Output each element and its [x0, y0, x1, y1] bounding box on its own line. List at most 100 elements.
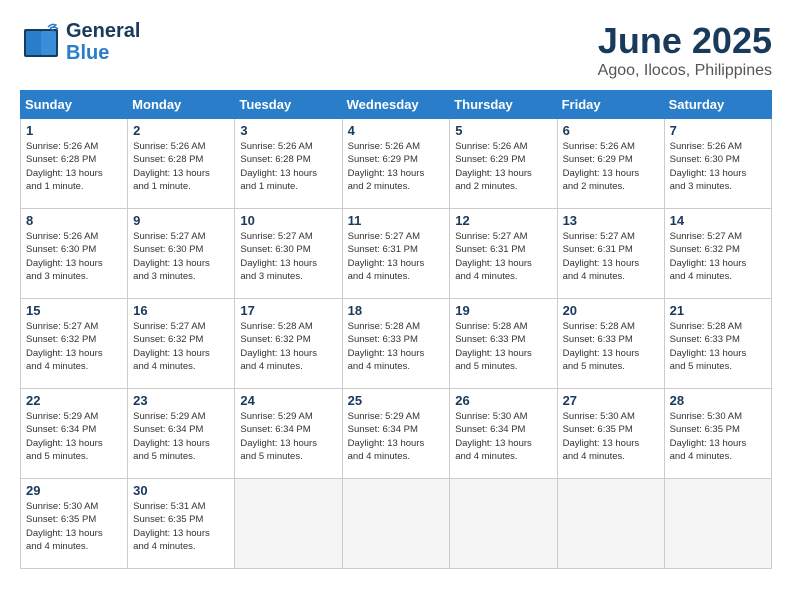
day-number: 28 — [670, 393, 766, 408]
day-number: 10 — [240, 213, 336, 228]
day-info: Sunrise: 5:27 AMSunset: 6:30 PMDaylight:… — [240, 230, 336, 283]
day-number: 22 — [26, 393, 122, 408]
calendar-cell: 10 Sunrise: 5:27 AMSunset: 6:30 PMDayligh… — [235, 209, 342, 299]
day-info: Sunrise: 5:28 AMSunset: 6:33 PMDaylight:… — [563, 320, 659, 373]
day-number: 14 — [670, 213, 766, 228]
weekday-header-tuesday: Tuesday — [235, 91, 342, 119]
day-info: Sunrise: 5:26 AMSunset: 6:29 PMDaylight:… — [455, 140, 551, 193]
calendar-week-5: 29Sunrise: 5:30 AMSunset: 6:35 PMDayligh… — [21, 479, 772, 569]
calendar-cell: 8 Sunrise: 5:26 AMSunset: 6:30 PMDaylight… — [21, 209, 128, 299]
day-number: 23 — [133, 393, 229, 408]
day-info: Sunrise: 5:30 AMSunset: 6:35 PMDaylight:… — [670, 410, 766, 463]
day-number: 21 — [670, 303, 766, 318]
day-number: 16 — [133, 303, 229, 318]
day-info: Sunrise: 5:30 AMSunset: 6:35 PMDaylight:… — [26, 500, 122, 553]
day-number: 12 — [455, 213, 551, 228]
day-number: 7 — [670, 123, 766, 138]
day-info: Sunrise: 5:28 AMSunset: 6:33 PMDaylight:… — [348, 320, 445, 373]
calendar-title: June 2025 — [598, 20, 772, 62]
calendar-cell: 7Sunrise: 5:26 AMSunset: 6:30 PMDaylight… — [664, 119, 771, 209]
day-info: Sunrise: 5:28 AMSunset: 6:33 PMDaylight:… — [670, 320, 766, 373]
day-info: Sunrise: 5:29 AMSunset: 6:34 PMDaylight:… — [240, 410, 336, 463]
calendar-cell: 28 Sunrise: 5:30 AMSunset: 6:35 PMDayligh… — [664, 389, 771, 479]
day-info: Sunrise: 5:29 AMSunset: 6:34 PMDaylight:… — [133, 410, 229, 463]
day-info: Sunrise: 5:29 AMSunset: 6:34 PMDaylight:… — [348, 410, 445, 463]
calendar-cell — [235, 479, 342, 569]
calendar-subtitle: Agoo, Ilocos, Philippines — [598, 62, 772, 80]
calendar-cell: 5 Sunrise: 5:26 AMSunset: 6:29 PMDaylight… — [450, 119, 557, 209]
day-number: 17 — [240, 303, 336, 318]
calendar-cell: 14 Sunrise: 5:27 AMSunset: 6:32 PMDayligh… — [664, 209, 771, 299]
day-info: Sunrise: 5:26 AMSunset: 6:28 PMDaylight:… — [240, 140, 336, 193]
day-number: 20 — [563, 303, 659, 318]
header: General Blue June 2025 Agoo, Ilocos, Phi… — [20, 20, 772, 80]
calendar-header-row: SundayMondayTuesdayWednesdayThursdayFrid… — [21, 91, 772, 119]
calendar-week-3: 15Sunrise: 5:27 AMSunset: 6:32 PMDayligh… — [21, 299, 772, 389]
calendar-cell: 29Sunrise: 5:30 AMSunset: 6:35 PMDayligh… — [21, 479, 128, 569]
calendar-cell: 27 Sunrise: 5:30 AMSunset: 6:35 PMDayligh… — [557, 389, 664, 479]
calendar-cell — [664, 479, 771, 569]
day-info: Sunrise: 5:27 AMSunset: 6:31 PMDaylight:… — [563, 230, 659, 283]
day-info: Sunrise: 5:26 AMSunset: 6:29 PMDaylight:… — [563, 140, 659, 193]
calendar-cell: 17 Sunrise: 5:28 AMSunset: 6:32 PMDayligh… — [235, 299, 342, 389]
day-info: Sunrise: 5:29 AMSunset: 6:34 PMDaylight:… — [26, 410, 122, 463]
day-number: 3 — [240, 123, 336, 138]
day-number: 1 — [26, 123, 122, 138]
day-number: 15 — [26, 303, 122, 318]
day-info: Sunrise: 5:26 AMSunset: 6:28 PMDaylight:… — [26, 140, 122, 193]
calendar-cell: 23 Sunrise: 5:29 AMSunset: 6:34 PMDayligh… — [128, 389, 235, 479]
day-info: Sunrise: 5:30 AMSunset: 6:34 PMDaylight:… — [455, 410, 551, 463]
day-info: Sunrise: 5:26 AMSunset: 6:30 PMDaylight:… — [26, 230, 122, 283]
calendar-table: SundayMondayTuesdayWednesdayThursdayFrid… — [20, 90, 772, 569]
calendar-week-4: 22 Sunrise: 5:29 AMSunset: 6:34 PMDayligh… — [21, 389, 772, 479]
calendar-cell — [450, 479, 557, 569]
calendar-cell: 12 Sunrise: 5:27 AMSunset: 6:31 PMDayligh… — [450, 209, 557, 299]
logo-text-general: General — [66, 20, 140, 42]
day-number: 5 — [455, 123, 551, 138]
day-number: 13 — [563, 213, 659, 228]
calendar-cell: 30Sunrise: 5:31 AMSunset: 6:35 PMDayligh… — [128, 479, 235, 569]
weekday-header-friday: Friday — [557, 91, 664, 119]
day-number: 25 — [348, 393, 445, 408]
day-number: 19 — [455, 303, 551, 318]
calendar-week-1: 1 Sunrise: 5:26 AMSunset: 6:28 PMDaylight… — [21, 119, 772, 209]
calendar-cell: 4 Sunrise: 5:26 AMSunset: 6:29 PMDaylight… — [342, 119, 450, 209]
day-number: 27 — [563, 393, 659, 408]
calendar-cell: 16Sunrise: 5:27 AMSunset: 6:32 PMDayligh… — [128, 299, 235, 389]
day-info: Sunrise: 5:26 AMSunset: 6:28 PMDaylight:… — [133, 140, 229, 193]
title-area: June 2025 Agoo, Ilocos, Philippines — [598, 20, 772, 80]
day-info: Sunrise: 5:27 AMSunset: 6:32 PMDaylight:… — [670, 230, 766, 283]
calendar-cell: 25 Sunrise: 5:29 AMSunset: 6:34 PMDayligh… — [342, 389, 450, 479]
logo-text-blue: Blue — [66, 42, 140, 64]
day-number: 9 — [133, 213, 229, 228]
weekday-header-sunday: Sunday — [21, 91, 128, 119]
calendar-cell: 11 Sunrise: 5:27 AMSunset: 6:31 PMDayligh… — [342, 209, 450, 299]
day-number: 8 — [26, 213, 122, 228]
day-info: Sunrise: 5:26 AMSunset: 6:29 PMDaylight:… — [348, 140, 445, 193]
day-number: 4 — [348, 123, 445, 138]
day-number: 30 — [133, 483, 229, 498]
calendar-cell: 19 Sunrise: 5:28 AMSunset: 6:33 PMDayligh… — [450, 299, 557, 389]
day-number: 11 — [348, 213, 445, 228]
day-info: Sunrise: 5:27 AMSunset: 6:30 PMDaylight:… — [133, 230, 229, 283]
day-number: 24 — [240, 393, 336, 408]
calendar-cell — [557, 479, 664, 569]
day-info: Sunrise: 5:27 AMSunset: 6:31 PMDaylight:… — [455, 230, 551, 283]
logo: General Blue — [20, 20, 140, 64]
calendar-cell: 26 Sunrise: 5:30 AMSunset: 6:34 PMDayligh… — [450, 389, 557, 479]
weekday-header-monday: Monday — [128, 91, 235, 119]
calendar-cell: 6Sunrise: 5:26 AMSunset: 6:29 PMDaylight… — [557, 119, 664, 209]
day-info: Sunrise: 5:30 AMSunset: 6:35 PMDaylight:… — [563, 410, 659, 463]
day-info: Sunrise: 5:27 AMSunset: 6:31 PMDaylight:… — [348, 230, 445, 283]
day-info: Sunrise: 5:28 AMSunset: 6:33 PMDaylight:… — [455, 320, 551, 373]
day-number: 26 — [455, 393, 551, 408]
day-info: Sunrise: 5:28 AMSunset: 6:32 PMDaylight:… — [240, 320, 336, 373]
calendar-cell: 1 Sunrise: 5:26 AMSunset: 6:28 PMDaylight… — [21, 119, 128, 209]
calendar-cell: 22 Sunrise: 5:29 AMSunset: 6:34 PMDayligh… — [21, 389, 128, 479]
logo-icon — [20, 21, 62, 63]
day-number: 2 — [133, 123, 229, 138]
calendar-cell: 21 Sunrise: 5:28 AMSunset: 6:33 PMDayligh… — [664, 299, 771, 389]
calendar-cell: 20 Sunrise: 5:28 AMSunset: 6:33 PMDayligh… — [557, 299, 664, 389]
calendar-cell: 18Sunrise: 5:28 AMSunset: 6:33 PMDayligh… — [342, 299, 450, 389]
calendar-cell: 3 Sunrise: 5:26 AMSunset: 6:28 PMDaylight… — [235, 119, 342, 209]
